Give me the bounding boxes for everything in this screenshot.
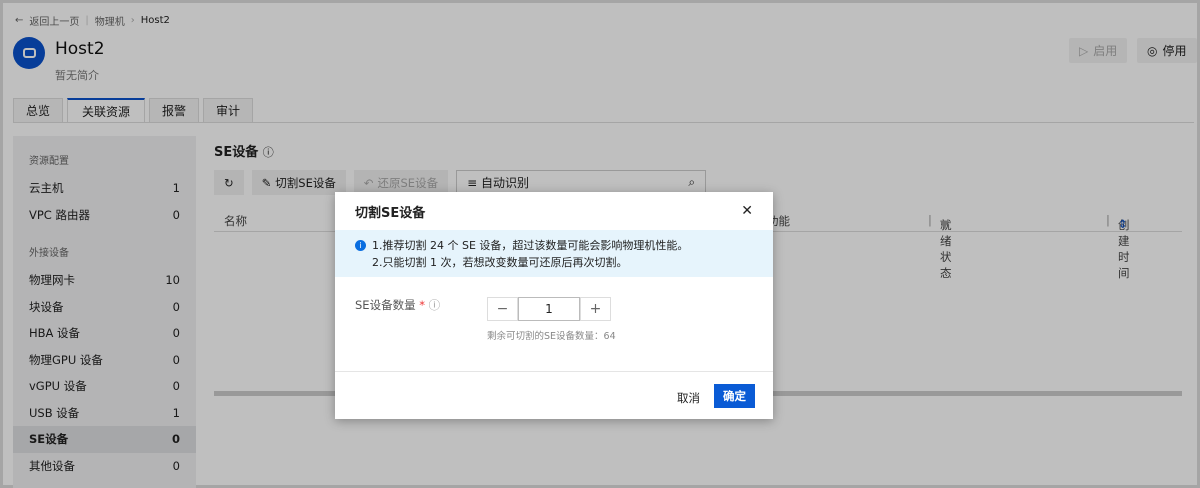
close-icon[interactable]: ✕ [741, 203, 753, 219]
info-line-1: 1.推荐切割 24 个 SE 设备，超过该数量可能会影响物理机性能。 [372, 239, 689, 252]
quantity-input[interactable]: 1 [518, 297, 580, 321]
info-icon: i [355, 240, 366, 251]
decrement-button[interactable]: − [487, 297, 518, 321]
field-label: SE设备数量 * ⓘ [355, 298, 441, 312]
increment-button[interactable]: + [580, 297, 611, 321]
quantity-stepper: − 1 + [487, 297, 611, 321]
help-icon: ⓘ [428, 298, 441, 312]
info-line-2: 2.只能切割 1 次，若想改变数量可还原后再次切割。 [372, 256, 628, 269]
split-se-dialog: 切割SE设备 ✕ i 1.推荐切割 24 个 SE 设备，超过该数量可能会影响物理… [335, 192, 773, 419]
cancel-button[interactable]: 取消 [677, 390, 700, 406]
dialog-title: 切割SE设备 [355, 205, 426, 221]
remaining-hint: 剩余可切割的SE设备数量：64 [487, 331, 616, 342]
info-banner: i 1.推荐切割 24 个 SE 设备，超过该数量可能会影响物理机性能。 2.只能… [335, 230, 773, 277]
confirm-button[interactable]: 确定 [714, 384, 755, 408]
